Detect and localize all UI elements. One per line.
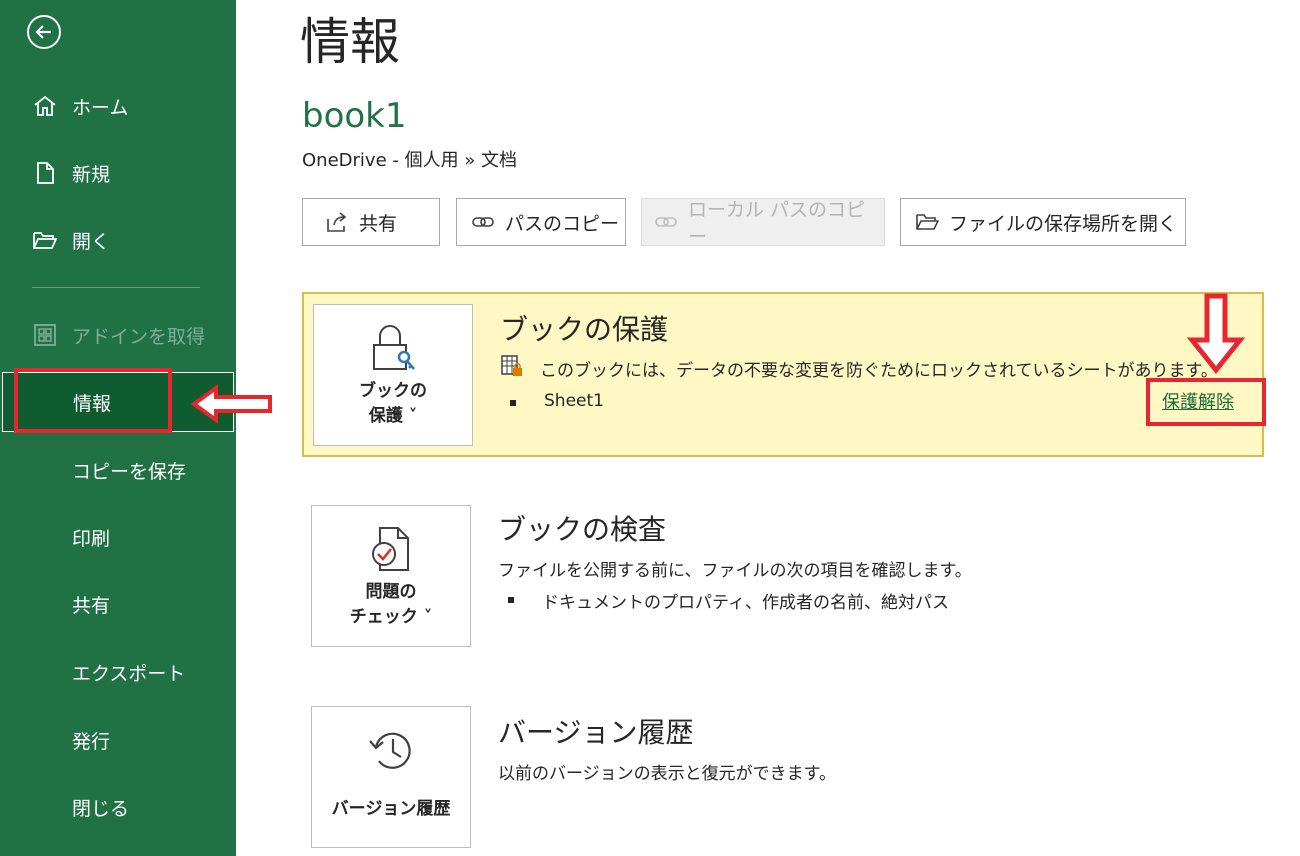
sidebar-item-home[interactable]: ホーム xyxy=(0,80,236,132)
share-icon xyxy=(327,212,347,232)
annotation-arrow-left-icon xyxy=(190,384,272,424)
open-file-location-button[interactable]: ファイルの保存場所を開く xyxy=(900,198,1186,246)
home-icon xyxy=(34,95,56,116)
protected-sheet-item: Sheet1 xyxy=(510,391,604,411)
sidebar-item-print[interactable]: 印刷 xyxy=(0,511,236,563)
copy-local-path-label: ローカル パスのコピー xyxy=(688,199,866,248)
document-path: OneDrive - 個人用 » 文档 xyxy=(302,150,518,171)
history-clock-icon xyxy=(369,732,411,769)
version-heading: バージョン履歴 xyxy=(498,716,694,749)
sidebar-item-label: エクスポート xyxy=(72,662,186,685)
sidebar-item-label: 開く xyxy=(72,230,111,253)
protect-heading: ブックの保護 xyxy=(500,313,669,346)
sidebar-item-publish[interactable]: 発行 xyxy=(0,714,236,766)
link-icon xyxy=(472,217,494,227)
sidebar-item-export[interactable]: エクスポート xyxy=(0,646,236,698)
sidebar-item-label: アドインを取得 xyxy=(72,325,206,348)
sidebar-item-label: 情報 xyxy=(73,392,112,415)
copy-local-path-button: ローカル パスのコピー xyxy=(641,198,885,248)
share-button[interactable]: 共有 xyxy=(302,198,440,246)
copy-path-label: パスのコピー xyxy=(505,212,620,235)
sidebar-item-get-addins: アドインを取得 xyxy=(0,309,236,361)
sidebar-item-label: 閉じる xyxy=(72,797,130,820)
sidebar-item-label: ホーム xyxy=(72,96,129,119)
inspect-item: ドキュメントのプロパティ、作成者の名前、絶対パス xyxy=(508,588,949,613)
document-check-icon xyxy=(372,527,409,571)
sidebar-item-share[interactable]: 共有 xyxy=(0,578,236,630)
sidebar-item-label: 新規 xyxy=(72,163,111,186)
protect-workbook-button[interactable]: ブックの 保護 ˅ xyxy=(313,304,473,446)
share-button-label: 共有 xyxy=(359,212,398,235)
lock-key-icon xyxy=(373,325,415,370)
annotation-arrow-down-icon xyxy=(1186,293,1246,374)
sidebar-item-open[interactable]: 開く xyxy=(0,214,236,266)
sidebar-item-label: 印刷 xyxy=(72,527,111,550)
sidebar-divider xyxy=(32,287,200,288)
backstage-sidebar: ホーム 新規 開く アドインを取得 情報 コピーを保存 印刷 共有 エクスポート… xyxy=(0,0,236,856)
folder-icon xyxy=(916,214,939,230)
version-history-button[interactable]: バージョン履歴 xyxy=(311,706,471,848)
page-title: 情報 xyxy=(300,13,400,71)
sidebar-item-label: 発行 xyxy=(72,730,111,753)
version-tile-label: バージョン履歴 xyxy=(331,799,451,819)
protect-workbook-section: ブックの 保護 ˅ ブックの保護 このブックには、データの不要な変更を防ぐために… xyxy=(302,292,1264,457)
sidebar-item-new[interactable]: 新規 xyxy=(0,147,236,199)
protect-description: このブックには、データの不要な変更を防ぐためにロックされているシートがあります。 xyxy=(540,361,1218,381)
sidebar-item-label: コピーを保存 xyxy=(72,460,187,483)
inspect-workbook-section: 問題の チェック ˅ ブックの検査 ファイルを公開する前に、ファイルの次の項目を… xyxy=(302,492,1264,662)
addins-grid-icon xyxy=(34,324,56,346)
check-for-issues-button[interactable]: 問題の チェック ˅ xyxy=(311,505,471,647)
link-icon xyxy=(655,217,677,227)
protect-tile-label: ブックの 保護 ˅ xyxy=(359,381,427,426)
back-button[interactable] xyxy=(27,15,61,49)
copy-path-button[interactable]: パスのコピー xyxy=(456,198,626,246)
version-history-section: バージョン履歴 バージョン履歴 以前のバージョンの表示と復元ができます。 xyxy=(302,695,1264,855)
inspect-description: ファイルを公開する前に、ファイルの次の項目を確認します。 xyxy=(498,561,972,581)
inspect-tile-label: 問題の チェック ˅ xyxy=(349,582,433,627)
version-description: 以前のバージョンの表示と復元ができます。 xyxy=(498,764,836,784)
back-arrow-icon xyxy=(35,25,51,39)
sidebar-item-close[interactable]: 閉じる xyxy=(0,781,236,833)
sidebar-item-save-copy[interactable]: コピーを保存 xyxy=(0,444,236,496)
sidebar-item-label: 共有 xyxy=(72,594,111,617)
inspect-heading: ブックの検査 xyxy=(498,513,667,546)
unprotect-link[interactable]: 保護解除 xyxy=(1162,388,1234,414)
open-file-location-label: ファイルの保存場所を開く xyxy=(949,212,1178,235)
locked-sheet-icon xyxy=(501,355,522,376)
document-name: book1 xyxy=(302,96,407,136)
new-document-icon xyxy=(37,162,54,184)
open-folder-icon xyxy=(33,232,58,249)
